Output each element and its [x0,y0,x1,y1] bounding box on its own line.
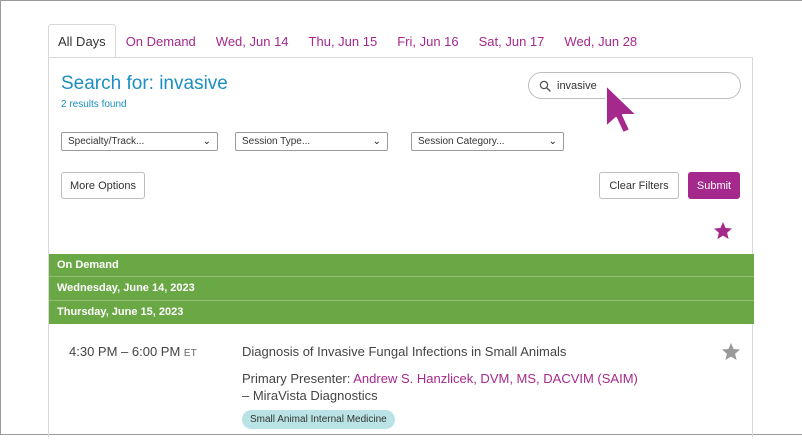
day-group-thu-jun-15[interactable]: Thursday, June 15, 2023 [49,301,754,324]
tab-wed-jun-28[interactable]: Wed, Jun 28 [554,24,647,58]
search-panel: Search for: invasive 2 results found inv… [48,57,754,437]
day-group-wed-jun-14[interactable]: Wednesday, June 14, 2023 [49,277,754,301]
chevron-down-icon: ⌄ [202,136,211,147]
mouse-cursor-icon [605,84,638,134]
session-row: 4:30 PM – 6:00 PM ET Diagnosis of Invasi… [49,324,754,444]
submit-button[interactable]: Submit [688,172,740,199]
day-tabs: All Days On Demand Wed, Jun 14 Thu, Jun … [48,24,647,58]
tab-thu-jun-15[interactable]: Thu, Jun 15 [299,24,388,58]
clear-filters-button[interactable]: Clear Filters [599,172,679,199]
specialty-select-value: Specialty/Track... [68,136,145,147]
day-group-on-demand[interactable]: On Demand [49,254,754,278]
session-timezone: ET [183,348,197,359]
tab-all-days[interactable]: All Days [48,24,116,58]
search-icon [539,80,551,92]
session-type-select-value: Session Type... [242,136,311,147]
search-heading: Search for: invasive [61,73,228,94]
page-frame: All Days On Demand Wed, Jun 14 Thu, Jun … [0,0,802,437]
session-presenter: Primary Presenter: Andrew S. Hanzlicek, … [242,370,642,404]
tab-sat-jun-17[interactable]: Sat, Jun 17 [469,24,555,58]
day-group-bar: On Demand Wednesday, June 14, 2023 Thurs… [49,254,754,324]
results-count: 2 results found [61,99,127,110]
more-options-button[interactable]: More Options [61,172,145,199]
session-track-tag[interactable]: Small Animal Internal Medicine [242,410,395,429]
presenter-affiliation: – MiraVista Diagnostics [242,388,378,403]
tab-on-demand[interactable]: On Demand [116,24,206,58]
session-type-select[interactable]: Session Type... ⌄ [235,132,388,151]
favorites-star-icon[interactable] [713,221,733,241]
specialty-select[interactable]: Specialty/Track... ⌄ [61,132,218,151]
presenter-label: Primary Presenter: [242,371,354,386]
chevron-down-icon: ⌄ [548,136,557,147]
tab-fri-jun-16[interactable]: Fri, Jun 16 [387,24,468,58]
favorite-star-icon[interactable] [721,342,741,362]
chevron-down-icon: ⌄ [372,136,381,147]
session-category-select[interactable]: Session Category... ⌄ [411,132,564,151]
session-time-range: 4:30 PM – 6:00 PM [69,344,181,359]
session-time: 4:30 PM – 6:00 PM ET [69,344,197,359]
search-input-value: invasive [557,79,597,92]
presenter-name-link[interactable]: Andrew S. Hanzlicek, DVM, MS, DACVIM (SA… [353,371,638,386]
session-title[interactable]: Diagnosis of Invasive Fungal Infections … [242,344,566,359]
tab-wed-jun-14[interactable]: Wed, Jun 14 [206,24,299,58]
session-category-select-value: Session Category... [418,136,505,147]
